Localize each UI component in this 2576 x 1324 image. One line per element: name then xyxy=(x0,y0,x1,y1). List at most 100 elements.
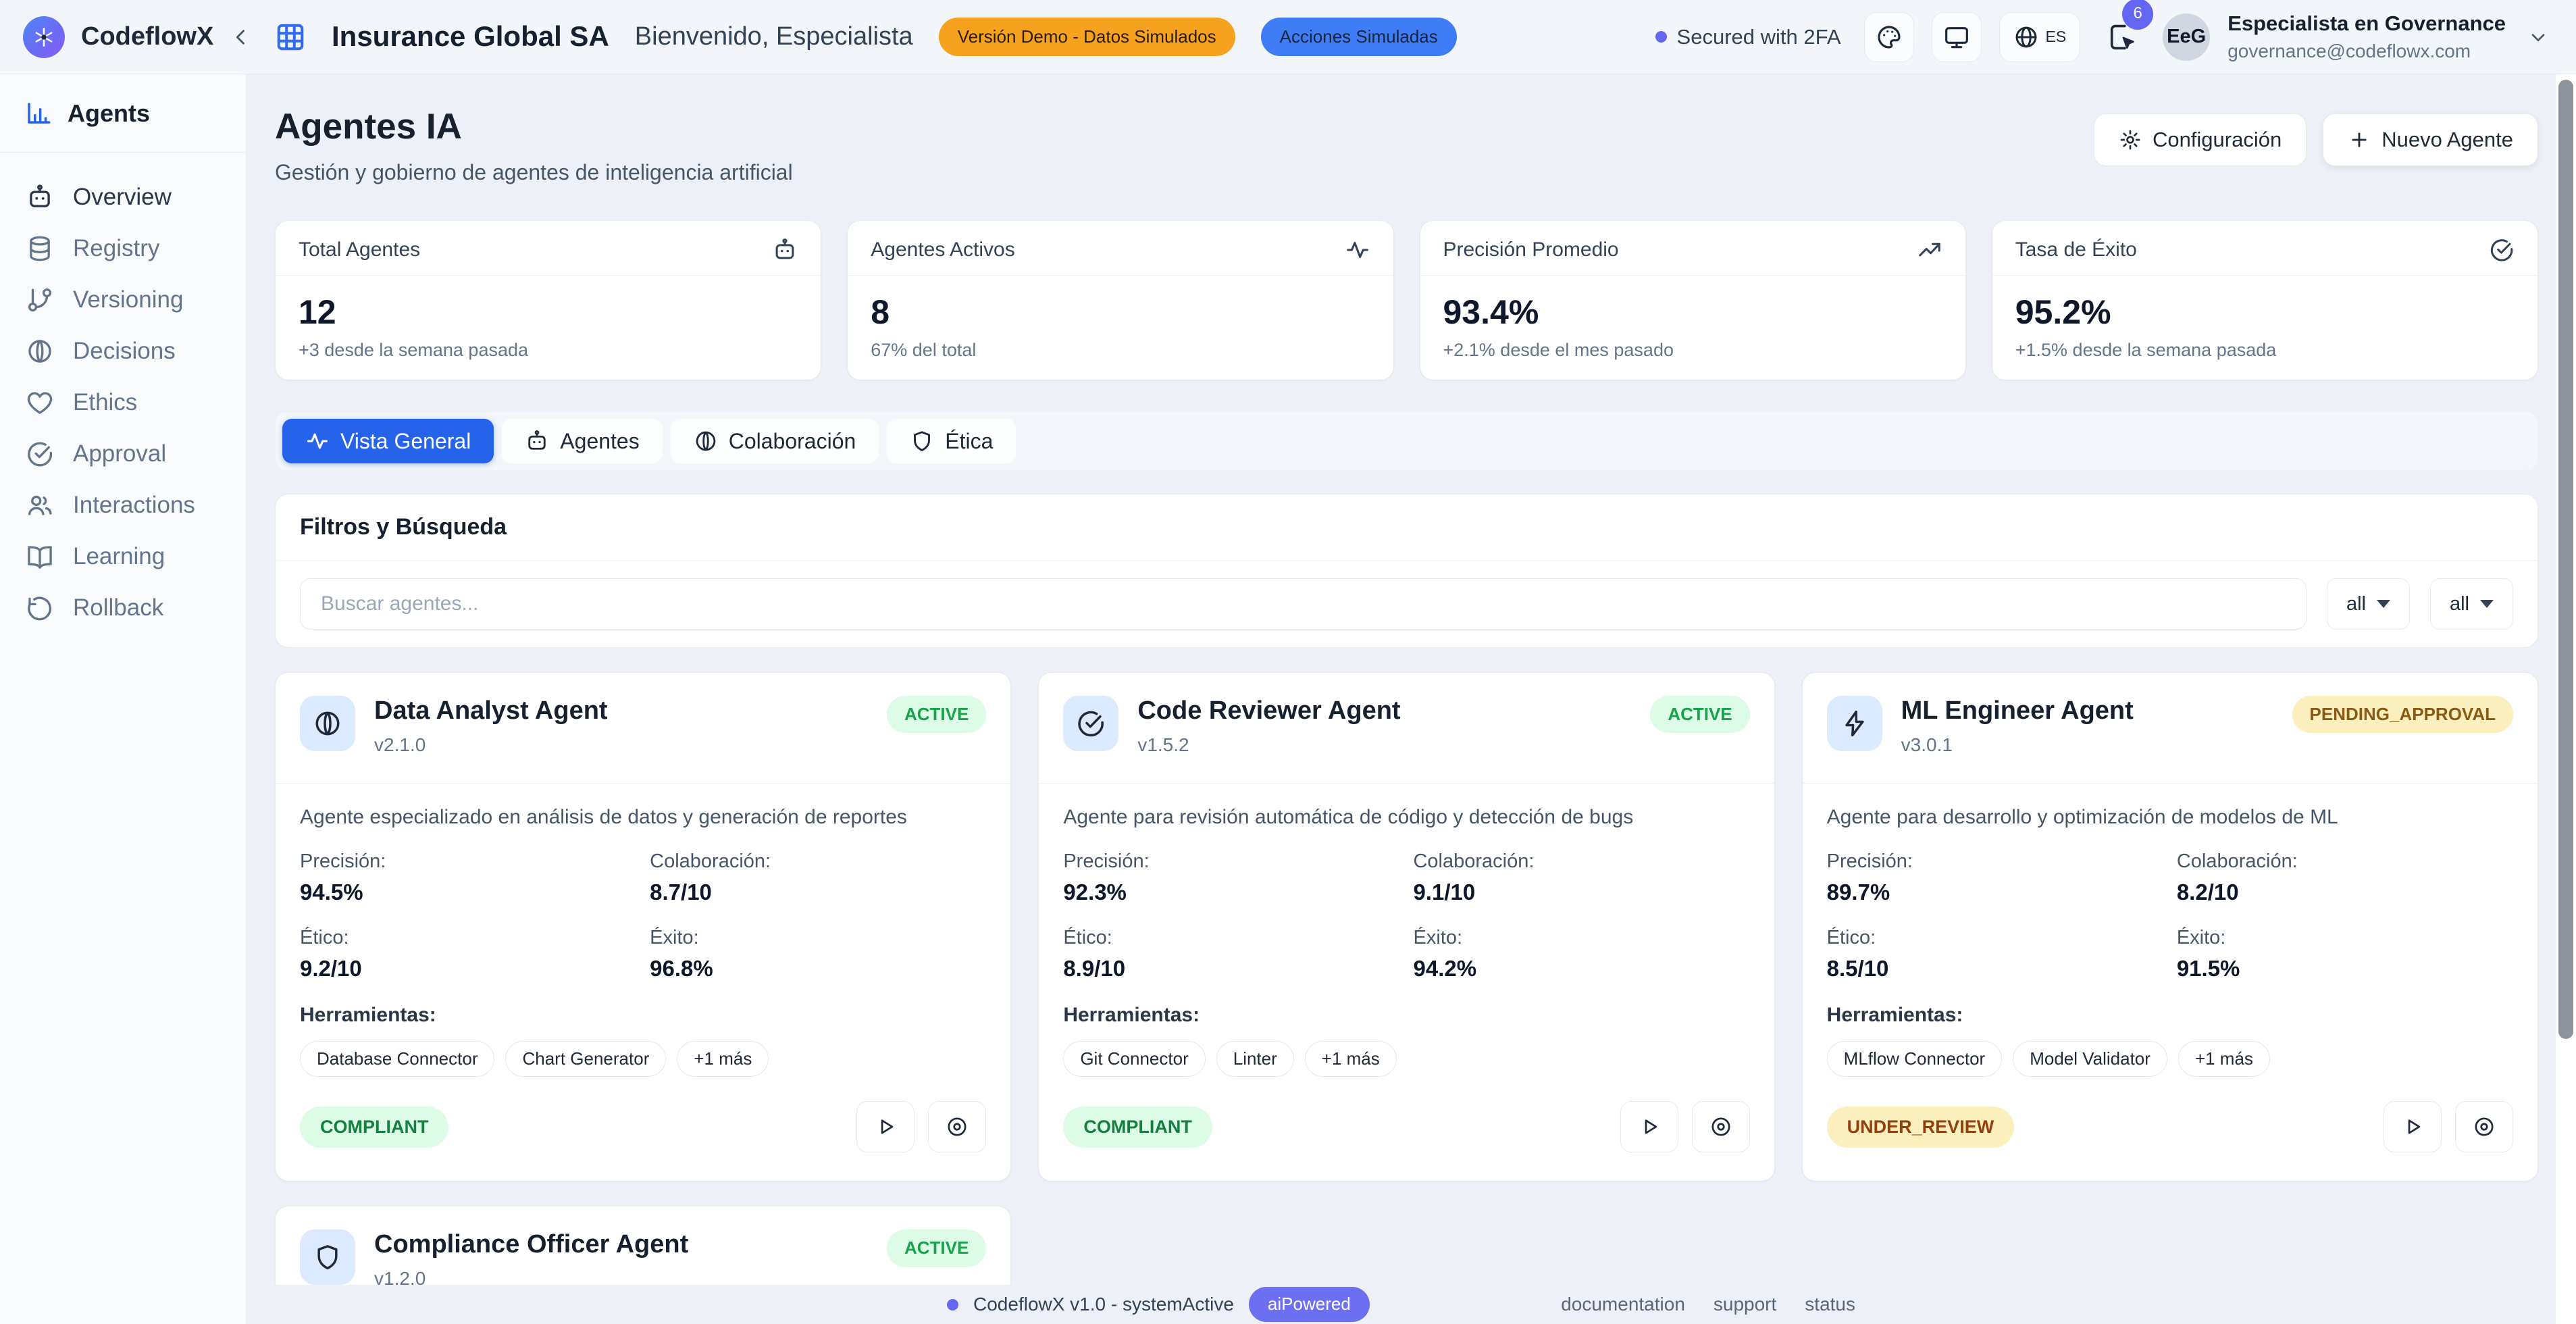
sidebar-item-approval[interactable]: Approval xyxy=(0,428,246,480)
sidebar-item-label: Learning xyxy=(73,542,165,571)
metric-label: Ético: xyxy=(300,926,636,950)
view-agent-button[interactable] xyxy=(1692,1101,1750,1152)
tools-label: Herramientas: xyxy=(1827,1003,2513,1027)
sidebar-item-decisions[interactable]: Decisions xyxy=(0,326,246,377)
run-agent-button[interactable] xyxy=(2384,1101,2442,1152)
footer-bar: CodeflowX v1.0 - systemActive aiPowered … xyxy=(247,1285,2556,1324)
tab-etica[interactable]: Ética xyxy=(887,419,1016,463)
stat-value: 93.4% xyxy=(1443,292,1942,332)
app-grid-icon[interactable] xyxy=(275,22,306,53)
tools-label: Herramientas: xyxy=(300,1003,986,1027)
user-avatar[interactable]: EeG xyxy=(2163,14,2210,61)
metric-value: 8.9/10 xyxy=(1063,955,1399,982)
theme-palette-button[interactable] xyxy=(1864,12,1914,62)
scrollbar-thumb[interactable] xyxy=(2558,80,2573,1039)
activity-icon xyxy=(305,429,330,453)
system-status: CodeflowX v1.0 - systemActive aiPowered xyxy=(947,1287,1370,1321)
simulated-actions-badge: Acciones Simuladas xyxy=(1261,18,1457,56)
new-agent-button[interactable]: Nuevo Agente xyxy=(2323,113,2538,166)
metric-label: Ético: xyxy=(1827,926,2163,950)
eye-icon xyxy=(2473,1115,2496,1138)
stat-title: Tasa de Éxito xyxy=(2015,238,2137,262)
sidebar-item-label: Ethics xyxy=(73,388,137,417)
metric-label: Colaboración: xyxy=(1413,850,1749,873)
brain-icon xyxy=(26,337,54,365)
database-icon xyxy=(26,234,54,263)
status-filter-value: all xyxy=(2346,592,2366,616)
activity-icon xyxy=(1345,237,1370,263)
filters-title: Filtros y Búsqueda xyxy=(276,494,2538,561)
sidebar-item-interactions[interactable]: Interactions xyxy=(0,480,246,531)
type-filter-select[interactable]: all xyxy=(2430,578,2513,630)
status-filter-select[interactable]: all xyxy=(2327,578,2410,630)
run-agent-button[interactable] xyxy=(856,1101,915,1152)
view-agent-button[interactable] xyxy=(2455,1101,2513,1152)
user-menu-chevron[interactable] xyxy=(2527,26,2549,48)
sidebar-nav: Overview Registry Versioning Decisions E… xyxy=(0,153,246,653)
secured-dot xyxy=(1655,31,1667,43)
sidebar-item-label: Approval xyxy=(73,440,166,468)
sidebar-item-label: Overview xyxy=(73,183,172,211)
stat-note: +1.5% desde la semana pasada xyxy=(2015,339,2515,361)
metric-label: Éxito: xyxy=(1413,926,1749,950)
metric-value: 96.8% xyxy=(650,955,986,982)
agent-status-badge: ACTIVE xyxy=(887,1229,986,1267)
stat-note: 67% del total xyxy=(871,339,1370,361)
bot-icon xyxy=(772,237,798,263)
tab-vista-general[interactable]: Vista General xyxy=(282,419,494,463)
codeflowx-logo-icon xyxy=(23,16,65,58)
tools-label: Herramientas: xyxy=(1063,1003,1749,1027)
view-agent-button[interactable] xyxy=(928,1101,986,1152)
search-input[interactable] xyxy=(300,578,2307,630)
footer-link-support[interactable]: support xyxy=(1714,1293,1776,1316)
sidebar-item-ethics[interactable]: Ethics xyxy=(0,377,246,428)
sidebar-item-label: Interactions xyxy=(73,491,195,519)
tab-agentes[interactable]: Agentes xyxy=(502,419,662,463)
check-circle-icon xyxy=(2489,237,2515,263)
header-main: Insurance Global SA Bienvenido, Especial… xyxy=(247,18,1655,56)
agent-card-data-analyst: Data Analyst Agent v2.1.0 ACTIVE Agente … xyxy=(275,672,1011,1181)
users-icon xyxy=(26,491,54,519)
language-code: ES xyxy=(2046,28,2067,47)
tab-colaboracion[interactable]: Colaboración xyxy=(671,419,879,463)
sidebar-item-overview[interactable]: Overview xyxy=(0,172,246,223)
language-selector-button[interactable]: ES xyxy=(1999,12,2081,62)
bot-icon xyxy=(26,183,54,211)
user-info[interactable]: Especialista en Governance governance@co… xyxy=(2227,11,2506,63)
stat-title: Total Agentes xyxy=(299,238,420,262)
shield-icon xyxy=(300,1229,355,1285)
main-content: Agentes IA Gestión y gobierno de agentes… xyxy=(247,0,2576,1324)
sidebar-item-learning[interactable]: Learning xyxy=(0,531,246,582)
sidebar-item-registry[interactable]: Registry xyxy=(0,223,246,274)
run-agent-button[interactable] xyxy=(1620,1101,1678,1152)
new-agent-label: Nuevo Agente xyxy=(2381,127,2513,152)
page-title: Agentes IA xyxy=(275,105,793,149)
globe-icon xyxy=(2013,24,2039,50)
notifications-button[interactable]: 6 xyxy=(2107,22,2138,53)
footer-link-status[interactable]: status xyxy=(1805,1293,1855,1316)
stat-value: 8 xyxy=(871,292,1370,332)
sidebar-item-rollback[interactable]: Rollback xyxy=(0,582,246,634)
metric-value: 9.2/10 xyxy=(300,955,636,982)
display-mode-button[interactable] xyxy=(1932,12,1982,62)
sidebar-section-label: Agents xyxy=(68,99,150,128)
configuration-button[interactable]: Configuración xyxy=(2094,113,2307,166)
more-tools-chip: +1 más xyxy=(677,1041,769,1077)
sidebar-item-versioning[interactable]: Versioning xyxy=(0,274,246,326)
agent-version: v1.5.2 xyxy=(1137,734,1400,757)
tool-chip: Chart Generator xyxy=(505,1041,666,1077)
metric-value: 8.2/10 xyxy=(2177,879,2513,906)
footer-link-documentation[interactable]: documentation xyxy=(1561,1293,1685,1316)
page-subtitle: Gestión y gobierno de agentes de intelig… xyxy=(275,159,793,185)
company-name: Insurance Global SA xyxy=(332,20,609,53)
tab-label: Vista General xyxy=(340,428,471,454)
bot-icon xyxy=(525,429,549,453)
metric-value: 91.5% xyxy=(2177,955,2513,982)
metric-value: 94.2% xyxy=(1413,955,1749,982)
agent-name: ML Engineer Agent xyxy=(1901,696,2134,727)
brain-icon xyxy=(694,429,718,453)
view-tabs: Vista General Agentes Colaboración Ética xyxy=(275,411,2538,471)
agent-status-badge: ACTIVE xyxy=(887,696,986,733)
sidebar-item-label: Versioning xyxy=(73,286,183,314)
shield-icon xyxy=(910,429,934,453)
